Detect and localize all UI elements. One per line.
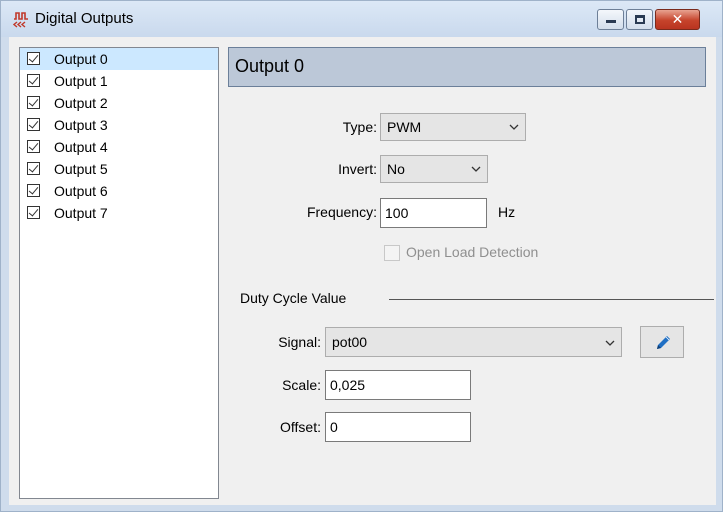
list-item-label: Output 1 [54,73,108,89]
digital-outputs-window: Digital Outputs ✕ Output 0 Output 1 Outp… [0,0,723,512]
type-select[interactable]: PWM [380,113,526,141]
offset-value: 0 [330,419,338,435]
open-load-detection-label: Open Load Detection [406,244,539,260]
frequency-label: Frequency: [306,204,377,220]
output-header: Output 0 [228,47,706,87]
close-button[interactable]: ✕ [655,9,700,30]
list-item-output-5[interactable]: Output 5 [20,158,218,180]
list-item-output-1[interactable]: Output 1 [20,70,218,92]
list-item-output-4[interactable]: Output 4 [20,136,218,158]
output-enabled-checkbox[interactable] [27,74,40,87]
list-item-label: Output 5 [54,161,108,177]
signal-label: Signal: [278,334,321,350]
output-enabled-checkbox[interactable] [27,162,40,175]
list-item-output-2[interactable]: Output 2 [20,92,218,114]
list-item-label: Output 6 [54,183,108,199]
minimize-icon [606,20,616,23]
list-item-label: Output 3 [54,117,108,133]
type-value: PWM [387,119,422,135]
output-enabled-checkbox[interactable] [27,140,40,153]
outputs-list[interactable]: Output 0 Output 1 Output 2 Output 3 Outp… [19,47,219,499]
chevron-down-icon [509,124,519,130]
list-item-output-7[interactable]: Output 7 [20,202,218,224]
list-item-output-0[interactable]: Output 0 [20,48,218,70]
chevron-down-icon [471,166,481,172]
title-bar[interactable]: Digital Outputs ✕ [1,1,722,37]
invert-select[interactable]: No [380,155,488,183]
edit-signal-button[interactable] [640,326,684,358]
scale-label: Scale: [282,377,321,393]
scale-input[interactable]: 0,025 [325,370,471,400]
invert-value: No [387,161,405,177]
output-enabled-checkbox[interactable] [27,52,40,65]
list-item-label: Output 7 [54,205,108,221]
frequency-value: 100 [385,205,409,221]
pencil-icon [657,336,670,349]
output-enabled-checkbox[interactable] [27,184,40,197]
invert-label: Invert: [338,161,377,177]
output-enabled-checkbox[interactable] [27,118,40,131]
chevron-down-icon [605,340,615,346]
maximize-icon [635,15,645,24]
output-enabled-checkbox[interactable] [27,96,40,109]
frequency-input[interactable]: 100 [380,198,487,228]
list-item-output-6[interactable]: Output 6 [20,180,218,202]
list-item-output-3[interactable]: Output 3 [20,114,218,136]
list-item-label: Output 4 [54,139,108,155]
scale-value: 0,025 [330,377,366,393]
list-item-label: Output 0 [54,51,108,67]
list-item-label: Output 2 [54,95,108,111]
offset-input[interactable]: 0 [325,412,471,442]
signal-waveform-icon [13,12,28,28]
type-label: Type: [342,119,377,135]
duty-cycle-group-title: Duty Cycle Value [240,290,347,306]
output-enabled-checkbox[interactable] [27,206,40,219]
signal-select[interactable]: pot00 [325,327,622,357]
client-area: Output 0 Output 1 Output 2 Output 3 Outp… [9,37,716,505]
offset-label: Offset: [280,419,321,435]
frequency-unit: Hz [498,204,516,220]
output-title: Output 0 [235,56,305,76]
minimize-button[interactable] [597,9,624,30]
group-divider [389,299,714,300]
close-icon: ✕ [671,11,684,27]
window-title: Digital Outputs [35,10,134,27]
maximize-button[interactable] [626,9,653,30]
open-load-detection-checkbox[interactable] [384,245,400,261]
signal-value: pot00 [332,334,368,350]
